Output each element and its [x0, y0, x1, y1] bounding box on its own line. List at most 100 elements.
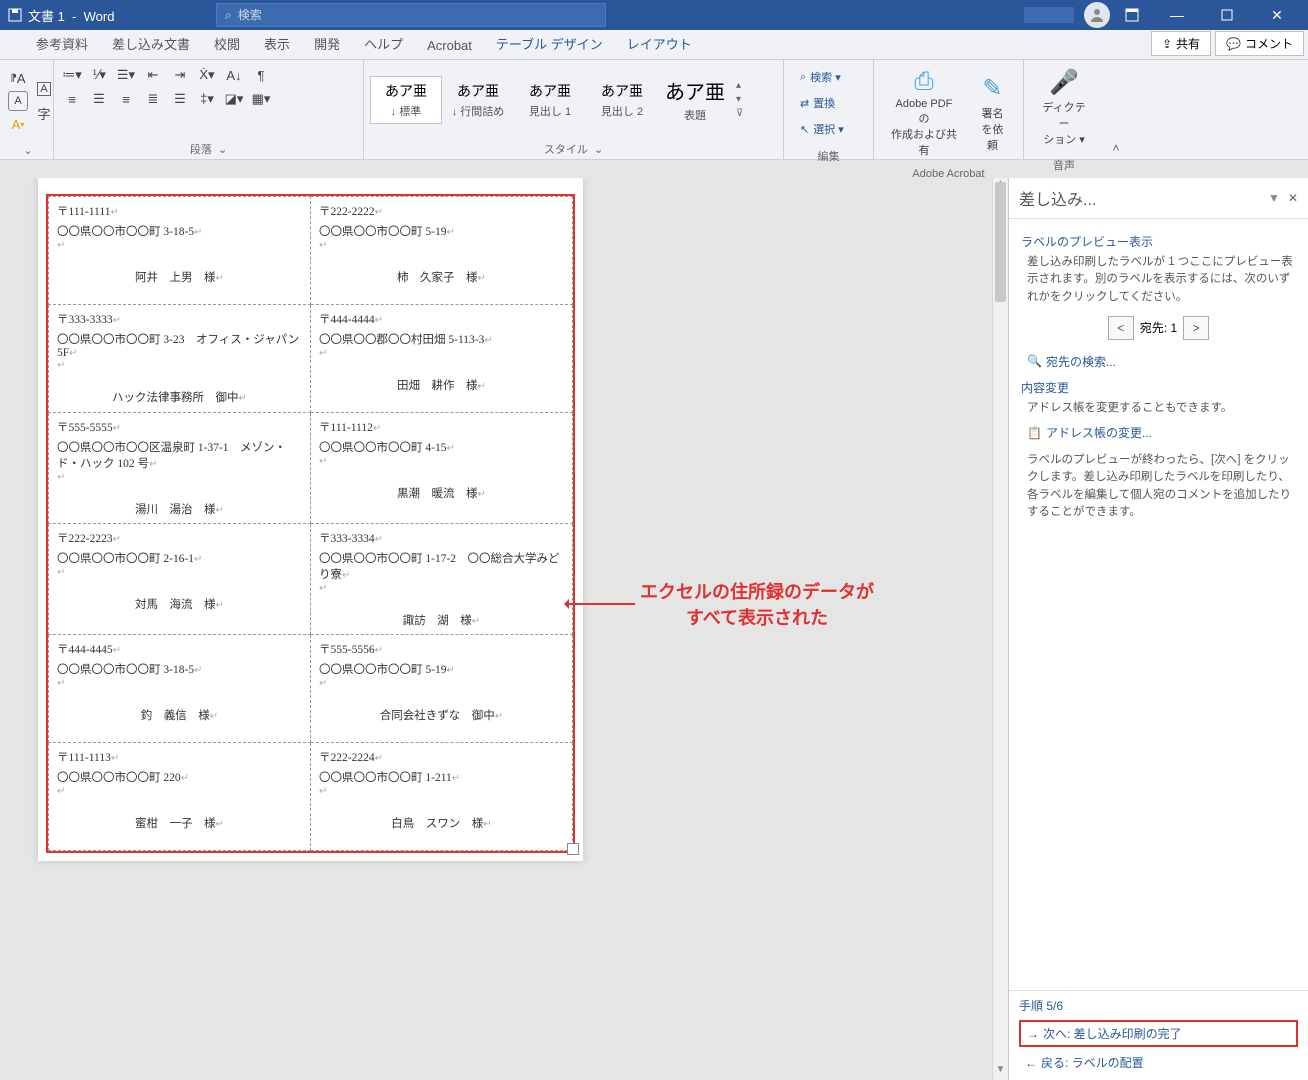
title-left: 文書 1 - Word: [8, 6, 208, 25]
decrease-indent-button[interactable]: ⇤: [141, 64, 165, 86]
tab-table-design[interactable]: テーブル デザイン: [484, 28, 615, 59]
tab-acrobat[interactable]: Acrobat: [415, 32, 484, 59]
distribute-button[interactable]: ☰: [168, 88, 192, 110]
pane-title: 差し込み...: [1019, 186, 1260, 210]
find-recipient-link[interactable]: 🔍宛先の検索...: [1021, 350, 1296, 373]
show-marks-button[interactable]: ¶: [249, 64, 273, 86]
recipient-nav: < 宛先: 1 >: [1021, 316, 1296, 340]
style-4[interactable]: あア亜表題: [658, 71, 732, 128]
account-avatar[interactable]: [1084, 2, 1110, 28]
document-area: ✥ 〒111-1111↵〇〇県〇〇市〇〇町 3-18-5↵↵阿井 上男 様↵〒2…: [0, 178, 992, 1080]
align-right-button[interactable]: ≡: [114, 88, 138, 110]
tab-developer[interactable]: 開発: [302, 28, 352, 59]
char-border-button[interactable]: A▾: [6, 113, 30, 135]
preview-heading: ラベルのプレビュー表示: [1021, 233, 1296, 250]
label-cell[interactable]: 〒222-2222↵〇〇県〇〇市〇〇町 5-19↵↵柿 久家子 様↵: [311, 197, 573, 305]
text-direction-button[interactable]: ⁋A: [6, 67, 30, 89]
editing-label: 編集: [784, 146, 873, 166]
document-title: 文書 1 - Word: [28, 6, 114, 25]
label-cell[interactable]: 〒222-2223↵〇〇県〇〇市〇〇町 2-16-1↵↵対馬 海流 様↵: [49, 524, 311, 635]
char-shading-button[interactable]: A: [32, 78, 56, 100]
comment-button[interactable]: 💬コメント: [1215, 31, 1304, 56]
search-icon: ⌕: [225, 8, 232, 23]
dictate-button[interactable]: 🎤 ディクテーション ▾: [1030, 64, 1098, 151]
tab-review[interactable]: 校閲: [202, 28, 252, 59]
select-icon: ↖: [800, 123, 809, 136]
shading-button[interactable]: ◪▾: [222, 88, 246, 110]
ribbon-display-options-icon[interactable]: [1114, 0, 1150, 30]
prev-recipient-button[interactable]: <: [1108, 316, 1134, 340]
ribbon-tabs: 参考資料 差し込み文書 校閲 表示 開発 ヘルプ Acrobat テーブル デザ…: [0, 30, 1308, 60]
request-signature-button[interactable]: ✎ 署名を依頼: [968, 70, 1017, 157]
label-cell[interactable]: 〒444-4445↵〇〇県〇〇市〇〇町 3-18-5↵↵釣 義信 様↵: [49, 635, 311, 743]
autosave-icon[interactable]: [8, 8, 22, 22]
pane-options-icon[interactable]: ▼: [1260, 191, 1288, 205]
group-paragraph: ≔▾ ⅟▾ ☰▾ ⇤ ⇥ Ẋ▾ A↓ ¶ ≡ ☰ ≡ ≣ ☰ ‡▾ ◪▾ ▦▾ …: [54, 60, 364, 159]
tab-layout[interactable]: レイアウト: [615, 28, 704, 59]
styles-more-button[interactable]: ▴▾⊽: [732, 80, 747, 119]
title-bar: 文書 1 - Word ⌕ — ✕: [0, 0, 1308, 30]
multilevel-button[interactable]: ☰▾: [114, 64, 138, 86]
style-1[interactable]: あア亜↓ 行間詰め: [442, 76, 514, 124]
bullets-button[interactable]: ≔▾: [60, 64, 84, 86]
style-3[interactable]: あア亜見出し 2: [586, 76, 658, 124]
label-cell[interactable]: 〒555-5555↵〇〇県〇〇市〇〇区温泉町 1-37-1 メゾン・ド・ハック …: [49, 413, 311, 524]
style-2[interactable]: あア亜見出し 1: [514, 76, 586, 124]
group-voice: 🎤 ディクテーション ▾ 音声: [1024, 60, 1104, 159]
label-cell[interactable]: 〒111-1112↵〇〇県〇〇市〇〇町 4-15↵↵黒潮 暖流 様↵: [311, 413, 573, 524]
label-cell[interactable]: 〒111-1113↵〇〇県〇〇市〇〇町 220↵↵蜜柑 一子 様↵: [49, 743, 311, 851]
scroll-thumb[interactable]: [995, 182, 1006, 302]
phonetic-guide-button[interactable]: 字: [32, 102, 56, 124]
search-input[interactable]: [238, 8, 597, 22]
label-table: 〒111-1111↵〇〇県〇〇市〇〇町 3-18-5↵↵阿井 上男 様↵〒222…: [46, 194, 575, 853]
labels-grid[interactable]: 〒111-1111↵〇〇県〇〇市〇〇町 3-18-5↵↵阿井 上男 様↵〒222…: [48, 196, 573, 851]
maximize-button[interactable]: [1204, 0, 1250, 30]
styles-label: スタイル ⌄: [364, 139, 783, 159]
scroll-down-icon[interactable]: ▼: [993, 1064, 1008, 1080]
style-0[interactable]: あア亜↓ 標準: [370, 76, 442, 124]
edit-recipient-list-link[interactable]: 📋アドレス帳の変更...: [1021, 421, 1296, 444]
asian-layout-button[interactable]: Ẋ▾: [195, 64, 219, 86]
label-cell[interactable]: 〒111-1111↵〇〇県〇〇市〇〇町 3-18-5↵↵阿井 上男 様↵: [49, 197, 311, 305]
close-button[interactable]: ✕: [1254, 0, 1300, 30]
share-icon: ⇪: [1162, 37, 1172, 51]
minimize-button[interactable]: —: [1154, 0, 1200, 30]
numbering-button[interactable]: ⅟▾: [87, 64, 111, 86]
next-recipient-button[interactable]: >: [1183, 316, 1209, 340]
tab-view[interactable]: 表示: [252, 28, 302, 59]
recipient-label: 宛先: 1: [1140, 319, 1177, 336]
change-heading: 内容変更: [1021, 379, 1296, 396]
tab-help[interactable]: ヘルプ: [352, 28, 415, 59]
next-step-link[interactable]: →次へ: 差し込み印刷の完了: [1019, 1020, 1298, 1047]
select-button[interactable]: ↖選択 ▾: [794, 118, 844, 140]
search-icon: ⌕: [800, 71, 806, 84]
collapse-ribbon-button[interactable]: ˄: [1104, 60, 1128, 159]
annotation-arrow: [565, 603, 635, 605]
pane-close-icon[interactable]: ✕: [1288, 191, 1298, 205]
vertical-scrollbar[interactable]: ▲ ▼: [992, 178, 1008, 1080]
justify-button[interactable]: ≣: [141, 88, 165, 110]
create-share-pdf-button[interactable]: ⎙ Adobe PDF の作成および共有: [880, 64, 968, 162]
line-spacing-button[interactable]: ‡▾: [195, 88, 219, 110]
sort-button[interactable]: A↓: [222, 64, 246, 86]
group-editing: ⌕検索 ▾ ⇄置換 ↖選択 ▾ 編集: [784, 60, 874, 159]
tab-references[interactable]: 参考資料: [24, 28, 100, 59]
enclose-chars-button[interactable]: A: [8, 91, 28, 111]
search-box[interactable]: ⌕: [216, 3, 606, 27]
align-center-button[interactable]: ☰: [87, 88, 111, 110]
table-resize-handle[interactable]: [567, 843, 579, 855]
label-cell[interactable]: 〒555-5556↵〇〇県〇〇市〇〇町 5-19↵↵合同会社きずな 御中↵: [311, 635, 573, 743]
tab-mailings[interactable]: 差し込み文書: [100, 28, 202, 59]
label-cell[interactable]: 〒444-4444↵〇〇県〇〇郡〇〇村田畑 5-113-3↵↵田畑 耕作 様↵: [311, 305, 573, 413]
borders-button[interactable]: ▦▾: [249, 88, 273, 110]
increase-indent-button[interactable]: ⇥: [168, 64, 192, 86]
label-cell[interactable]: 〒222-2224↵〇〇県〇〇市〇〇町 1-211↵↵白鳥 スワン 様↵: [311, 743, 573, 851]
share-button[interactable]: ⇪共有: [1151, 31, 1211, 56]
page: 〒111-1111↵〇〇県〇〇市〇〇町 3-18-5↵↵阿井 上男 様↵〒222…: [38, 178, 583, 861]
label-cell[interactable]: 〒333-3333↵〇〇県〇〇市〇〇町 3-23 オフィス・ジャパン5F↵↵ハッ…: [49, 305, 311, 413]
replace-button[interactable]: ⇄置換: [794, 92, 844, 114]
align-left-button[interactable]: ≡: [60, 88, 84, 110]
label-cell[interactable]: 〒333-3334↵〇〇県〇〇市〇〇町 1-17-2 〇〇総合大学みどり寮↵↵諏…: [311, 524, 573, 635]
back-step-link[interactable]: ←戻る: ラベルの配置: [1019, 1051, 1298, 1074]
find-button[interactable]: ⌕検索 ▾: [794, 66, 844, 88]
